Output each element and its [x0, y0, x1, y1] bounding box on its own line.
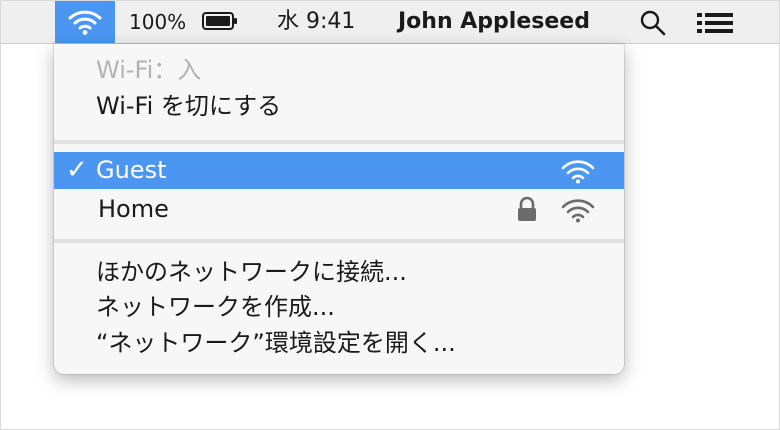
lock-icon [518, 196, 536, 221]
menu-bar: 100% 水 9:41 John Appleseed [1, 1, 779, 44]
notification-list-icon[interactable] [695, 11, 735, 35]
join-other-network-label: ほかのネットワークに接続... [96, 258, 407, 286]
spotlight-search-icon[interactable] [639, 9, 667, 37]
wifi-icon [68, 10, 102, 35]
wifi-signal-icon [561, 199, 595, 223]
network-item-home[interactable]: Home [54, 191, 624, 227]
wifi-toggle-item[interactable]: Wi-Fi を切にする [54, 88, 624, 124]
checkmark-icon: ✓ [66, 155, 88, 185]
wifi-status-label: Wi-Fi：入 [96, 56, 202, 84]
menu-separator [54, 140, 624, 144]
user-name-menu[interactable]: John Appleseed [398, 1, 590, 43]
wifi-dropdown-menu: Wi-Fi：入 Wi-Fi を切にする ✓ Guest Home ほかのネットワ… [54, 44, 624, 374]
menu-separator [54, 239, 624, 243]
create-network-label: ネットワークを作成... [96, 293, 335, 321]
battery-percent[interactable]: 100% [129, 1, 186, 43]
wifi-menu-button[interactable] [55, 1, 115, 43]
network-name: Home [98, 195, 169, 223]
clock[interactable]: 水 9:41 [277, 1, 355, 43]
open-network-preferences-label: “ネットワーク”環境設定を開く... [96, 329, 456, 357]
create-network-item[interactable]: ネットワークを作成... [54, 289, 624, 325]
network-name: Guest [96, 156, 167, 184]
wifi-toggle-label: Wi-Fi を切にする [96, 92, 282, 120]
wifi-status: Wi-Fi：入 [54, 52, 624, 88]
battery-icon[interactable] [202, 12, 238, 30]
wifi-signal-icon [561, 160, 595, 184]
open-network-preferences-item[interactable]: “ネットワーク”環境設定を開く... [54, 325, 624, 361]
join-other-network-item[interactable]: ほかのネットワークに接続... [54, 254, 624, 290]
network-item-guest[interactable]: ✓ Guest [54, 152, 624, 189]
